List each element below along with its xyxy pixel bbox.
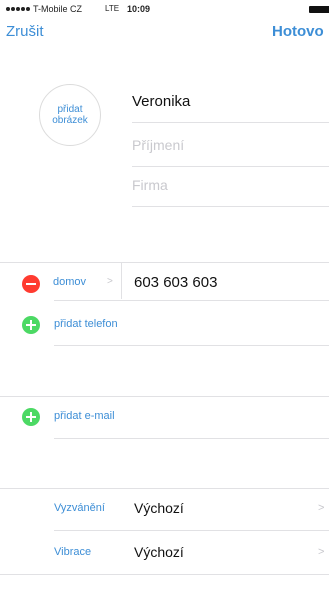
signal-strength-icon: [6, 7, 30, 11]
divider: [54, 300, 329, 301]
first-name-field[interactable]: Veronika: [132, 86, 329, 122]
network-type: LTE: [105, 4, 120, 13]
divider-vertical: [121, 263, 122, 299]
vibration-label: Vibrace: [54, 546, 92, 558]
chevron-right-icon: >: [318, 546, 325, 558]
add-phone-icon[interactable]: [22, 316, 40, 334]
cancel-button[interactable]: Zrušit: [6, 23, 44, 40]
vibration-value: Výchozí: [134, 544, 184, 560]
first-name-value: Veronika: [132, 93, 191, 110]
company-field[interactable]: Firma: [132, 170, 329, 206]
vibration-row[interactable]: Vibrace Výchozí >: [0, 534, 329, 570]
divider: [54, 438, 329, 439]
add-email-label[interactable]: přidat e-mail: [54, 410, 115, 422]
add-photo-label-line2: obrázek: [52, 115, 88, 126]
new-contact-screen: T-Mobile CZ LTE 10:09 Zrušit Hotovo přid…: [0, 0, 329, 591]
add-phone-row[interactable]: přidat telefon: [0, 305, 329, 341]
chevron-right-icon: >: [107, 276, 113, 287]
done-button[interactable]: Hotovo: [272, 23, 324, 40]
section-divider: [0, 488, 329, 489]
add-photo-label-line1: přidat: [57, 104, 83, 115]
ringtone-label: Vyzvánění: [54, 502, 105, 514]
section-divider: [0, 574, 329, 575]
last-name-field[interactable]: Příjmení: [132, 130, 329, 166]
ringtone-row[interactable]: Vyzvánění Výchozí >: [0, 490, 329, 526]
status-time: 10:09: [127, 4, 151, 14]
divider: [54, 530, 329, 531]
add-photo-button[interactable]: přidat obrázek: [39, 84, 101, 146]
remove-phone-icon[interactable]: [22, 275, 40, 293]
add-email-icon[interactable]: [22, 408, 40, 426]
divider: [132, 206, 329, 207]
ringtone-value: Výchozí: [134, 500, 184, 516]
phone-type-label[interactable]: domov: [53, 276, 86, 288]
add-email-row[interactable]: přidat e-mail: [0, 397, 329, 433]
status-bar: T-Mobile CZ LTE 10:09: [0, 0, 329, 20]
divider: [132, 166, 329, 167]
divider: [132, 122, 329, 123]
last-name-placeholder: Příjmení: [132, 137, 185, 153]
company-placeholder: Firma: [132, 177, 168, 193]
battery-icon: [309, 6, 329, 13]
carrier-name: T-Mobile CZ: [33, 4, 83, 14]
divider: [54, 345, 329, 346]
phone-number-field[interactable]: 603 603 603: [134, 274, 217, 291]
add-phone-label[interactable]: přidat telefon: [54, 318, 118, 330]
chevron-right-icon: >: [318, 502, 325, 514]
